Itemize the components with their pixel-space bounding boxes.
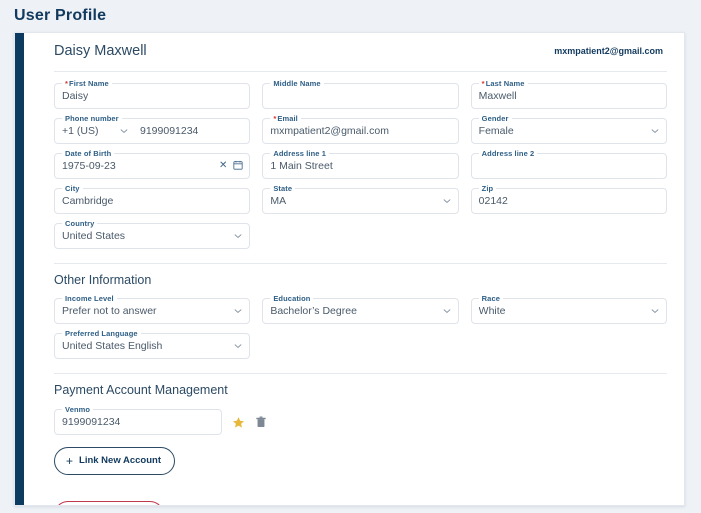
date-of-birth-icons: ✕ [219, 157, 243, 175]
last-name-value: Maxwell [478, 90, 517, 102]
email-label: *Email [270, 114, 301, 123]
required-asterisk: * [481, 79, 485, 88]
chevron-down-icon [443, 197, 451, 205]
preferred-language-value: United States English [62, 340, 163, 352]
required-asterisk: * [65, 79, 69, 88]
race-field[interactable]: Race White [470, 294, 667, 324]
date-of-birth-label: Date of Birth [62, 149, 115, 158]
income-level-value: Prefer not to answer [62, 305, 157, 317]
state-label: State [270, 184, 296, 193]
first-name-label: *First Name [62, 79, 112, 88]
city-value: Cambridge [62, 195, 114, 207]
city-field[interactable]: City Cambridge [54, 184, 251, 214]
last-name-field[interactable]: *Last Name Maxwell [470, 79, 667, 109]
chevron-down-icon [651, 307, 659, 315]
venmo-value: 9199091234 [62, 416, 121, 428]
venmo-label: Venmo [62, 405, 94, 414]
gender-field[interactable]: Gender Female [470, 114, 667, 144]
phone-country-code[interactable]: +1 (US) [62, 125, 120, 137]
payment-account-row: Venmo 9199091234 [43, 397, 667, 435]
race-label: Race [478, 294, 503, 303]
first-name-field[interactable]: *First Name Daisy [54, 79, 251, 109]
education-label: Education [270, 294, 314, 303]
card-accent-bar [15, 33, 24, 505]
address-line-2-field[interactable]: Address line 2 [470, 149, 667, 179]
city-label: City [62, 184, 83, 193]
gender-label: Gender [478, 114, 512, 123]
address-line-1-value: 1 Main Street [270, 160, 333, 172]
other-information-grid: Income Level Prefer not to answer Educat… [43, 287, 667, 359]
plus-icon: + [66, 454, 74, 468]
country-field[interactable]: Country United States [54, 219, 251, 249]
chevron-down-icon [443, 307, 451, 315]
link-new-account-row: + Link New Account [43, 435, 667, 475]
preferred-language-field[interactable]: Preferred Language United States English [54, 329, 251, 359]
zip-label: Zip [478, 184, 497, 193]
link-new-account-label: Link New Account [79, 455, 162, 467]
user-email: mxmpatient2@gmail.com [554, 46, 663, 56]
date-of-birth-value: 1975-09-23 [62, 160, 116, 172]
profile-field-grid: *First Name Daisy Middle Name *Last Name… [43, 72, 667, 249]
education-value: Bachelor’s Degree [270, 305, 357, 317]
phone-number-label: Phone number [62, 114, 122, 123]
payment-account-title: Payment Account Management [54, 383, 228, 397]
link-new-account-button[interactable]: + Link New Account [54, 447, 176, 475]
phone-number-field[interactable]: Phone number +1 (US) 9199091234 [54, 114, 251, 144]
email-value: mxmpatient2@gmail.com [270, 125, 389, 137]
chevron-down-icon[interactable] [120, 122, 132, 140]
chevron-down-icon [234, 342, 242, 350]
profile-card: Daisy Maxwell mxmpatient2@gmail.com *Fir… [14, 32, 685, 506]
address-line-1-label: Address line 1 [270, 149, 329, 158]
delete-account-button[interactable]: Delete Account [54, 501, 164, 505]
middle-name-label: Middle Name [270, 79, 324, 88]
state-field[interactable]: State MA [262, 184, 459, 214]
date-of-birth-field[interactable]: Date of Birth 1975-09-23 ✕ [54, 149, 251, 179]
chevron-down-icon [651, 127, 659, 135]
chevron-down-icon [234, 307, 242, 315]
calendar-icon[interactable] [233, 157, 243, 175]
education-field[interactable]: Education Bachelor’s Degree [262, 294, 459, 324]
required-asterisk: * [273, 114, 277, 123]
address-line-2-label: Address line 2 [478, 149, 538, 158]
chevron-down-icon [234, 232, 242, 240]
zip-field[interactable]: Zip 02142 [470, 184, 667, 214]
card-body: Daisy Maxwell mxmpatient2@gmail.com *Fir… [24, 33, 684, 505]
zip-value: 02142 [478, 195, 508, 207]
first-name-value: Daisy [62, 90, 89, 102]
venmo-field[interactable]: Venmo 9199091234 [54, 405, 222, 435]
card-header-row: Daisy Maxwell mxmpatient2@gmail.com [43, 33, 667, 63]
phone-number-value: 9199091234 [140, 125, 199, 137]
middle-name-field[interactable]: Middle Name [262, 79, 459, 109]
delete-account-row: Delete Account [43, 475, 667, 505]
other-information-title: Other Information [54, 273, 152, 287]
last-name-label: *Last Name [478, 79, 528, 88]
user-name: Daisy Maxwell [54, 43, 147, 59]
page-title: User Profile [14, 7, 107, 24]
country-value: United States [62, 230, 126, 242]
state-value: MA [270, 195, 287, 207]
race-value: White [478, 305, 506, 317]
email-field[interactable]: *Email mxmpatient2@gmail.com [262, 114, 459, 144]
income-level-field[interactable]: Income Level Prefer not to answer [54, 294, 251, 324]
star-icon[interactable] [231, 415, 245, 429]
address-line-1-field[interactable]: Address line 1 1 Main Street [262, 149, 459, 179]
country-label: Country [62, 219, 98, 228]
clear-icon[interactable]: ✕ [219, 161, 227, 171]
trash-icon[interactable] [254, 415, 268, 429]
preferred-language-label: Preferred Language [62, 329, 141, 338]
income-level-label: Income Level [62, 294, 117, 303]
page-header: User Profile [0, 0, 701, 32]
gender-value: Female [478, 125, 514, 137]
